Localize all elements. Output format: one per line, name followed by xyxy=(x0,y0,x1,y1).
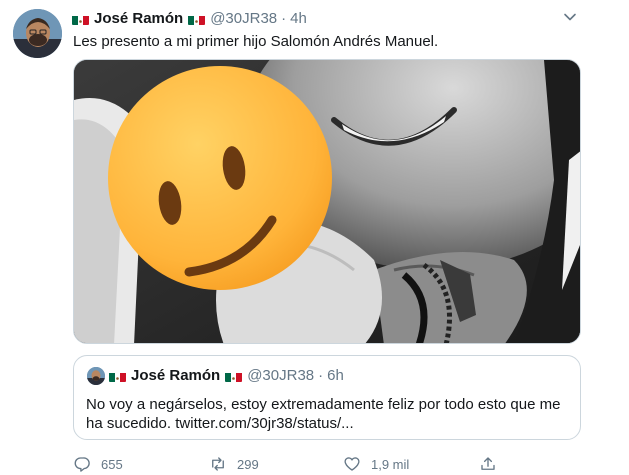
tweet[interactable]: José Ramón @30JR38 · 4h Les presento a m… xyxy=(0,0,629,475)
reply-count: 655 xyxy=(101,456,123,472)
quoted-avatar xyxy=(87,367,105,385)
share-icon xyxy=(481,457,495,470)
like-button[interactable]: 1,9 mil xyxy=(343,455,409,473)
avatar[interactable] xyxy=(13,9,62,58)
tweet-actions: 655 299 1,9 mil xyxy=(73,455,503,475)
mexico-flag-icon xyxy=(225,371,243,382)
quoted-tweet[interactable]: José Ramón @30JR38 · 6h No voy a negárse… xyxy=(73,355,581,440)
author-name[interactable]: José Ramón xyxy=(94,10,183,28)
tweet-text: Les presento a mi primer hijo Salomón An… xyxy=(73,33,439,50)
retweet-count: 299 xyxy=(237,456,259,472)
slightly-smiling-face-emoji xyxy=(108,66,332,290)
reply-button[interactable]: 655 xyxy=(73,455,123,473)
reply-icon xyxy=(74,457,90,472)
mexico-flag-icon xyxy=(72,14,89,25)
quoted-author-name: José Ramón xyxy=(131,367,221,384)
quoted-author-handle: @30JR38 xyxy=(247,367,315,384)
chevron-down-icon[interactable] xyxy=(561,8,579,26)
quoted-header: José Ramón @30JR38 · 6h xyxy=(109,367,344,385)
mexico-flag-icon xyxy=(188,14,206,25)
separator: · xyxy=(281,10,287,27)
tweet-media[interactable] xyxy=(73,59,581,344)
timestamp[interactable]: 4h xyxy=(290,10,307,28)
heart-icon xyxy=(344,457,360,471)
separator: · xyxy=(318,367,324,384)
retweet-icon xyxy=(212,457,224,471)
author-handle[interactable]: @30JR38 xyxy=(210,10,277,28)
retweet-button[interactable]: 299 xyxy=(209,455,259,473)
like-count: 1,9 mil xyxy=(371,456,410,472)
mexico-flag-icon xyxy=(109,371,126,382)
share-button[interactable] xyxy=(479,455,507,473)
quoted-timestamp: 6h xyxy=(327,367,344,384)
tweet-header: José Ramón @30JR38 · 4h xyxy=(72,10,307,28)
quoted-text: No voy a negárselos, estoy extremadament… xyxy=(86,396,561,432)
